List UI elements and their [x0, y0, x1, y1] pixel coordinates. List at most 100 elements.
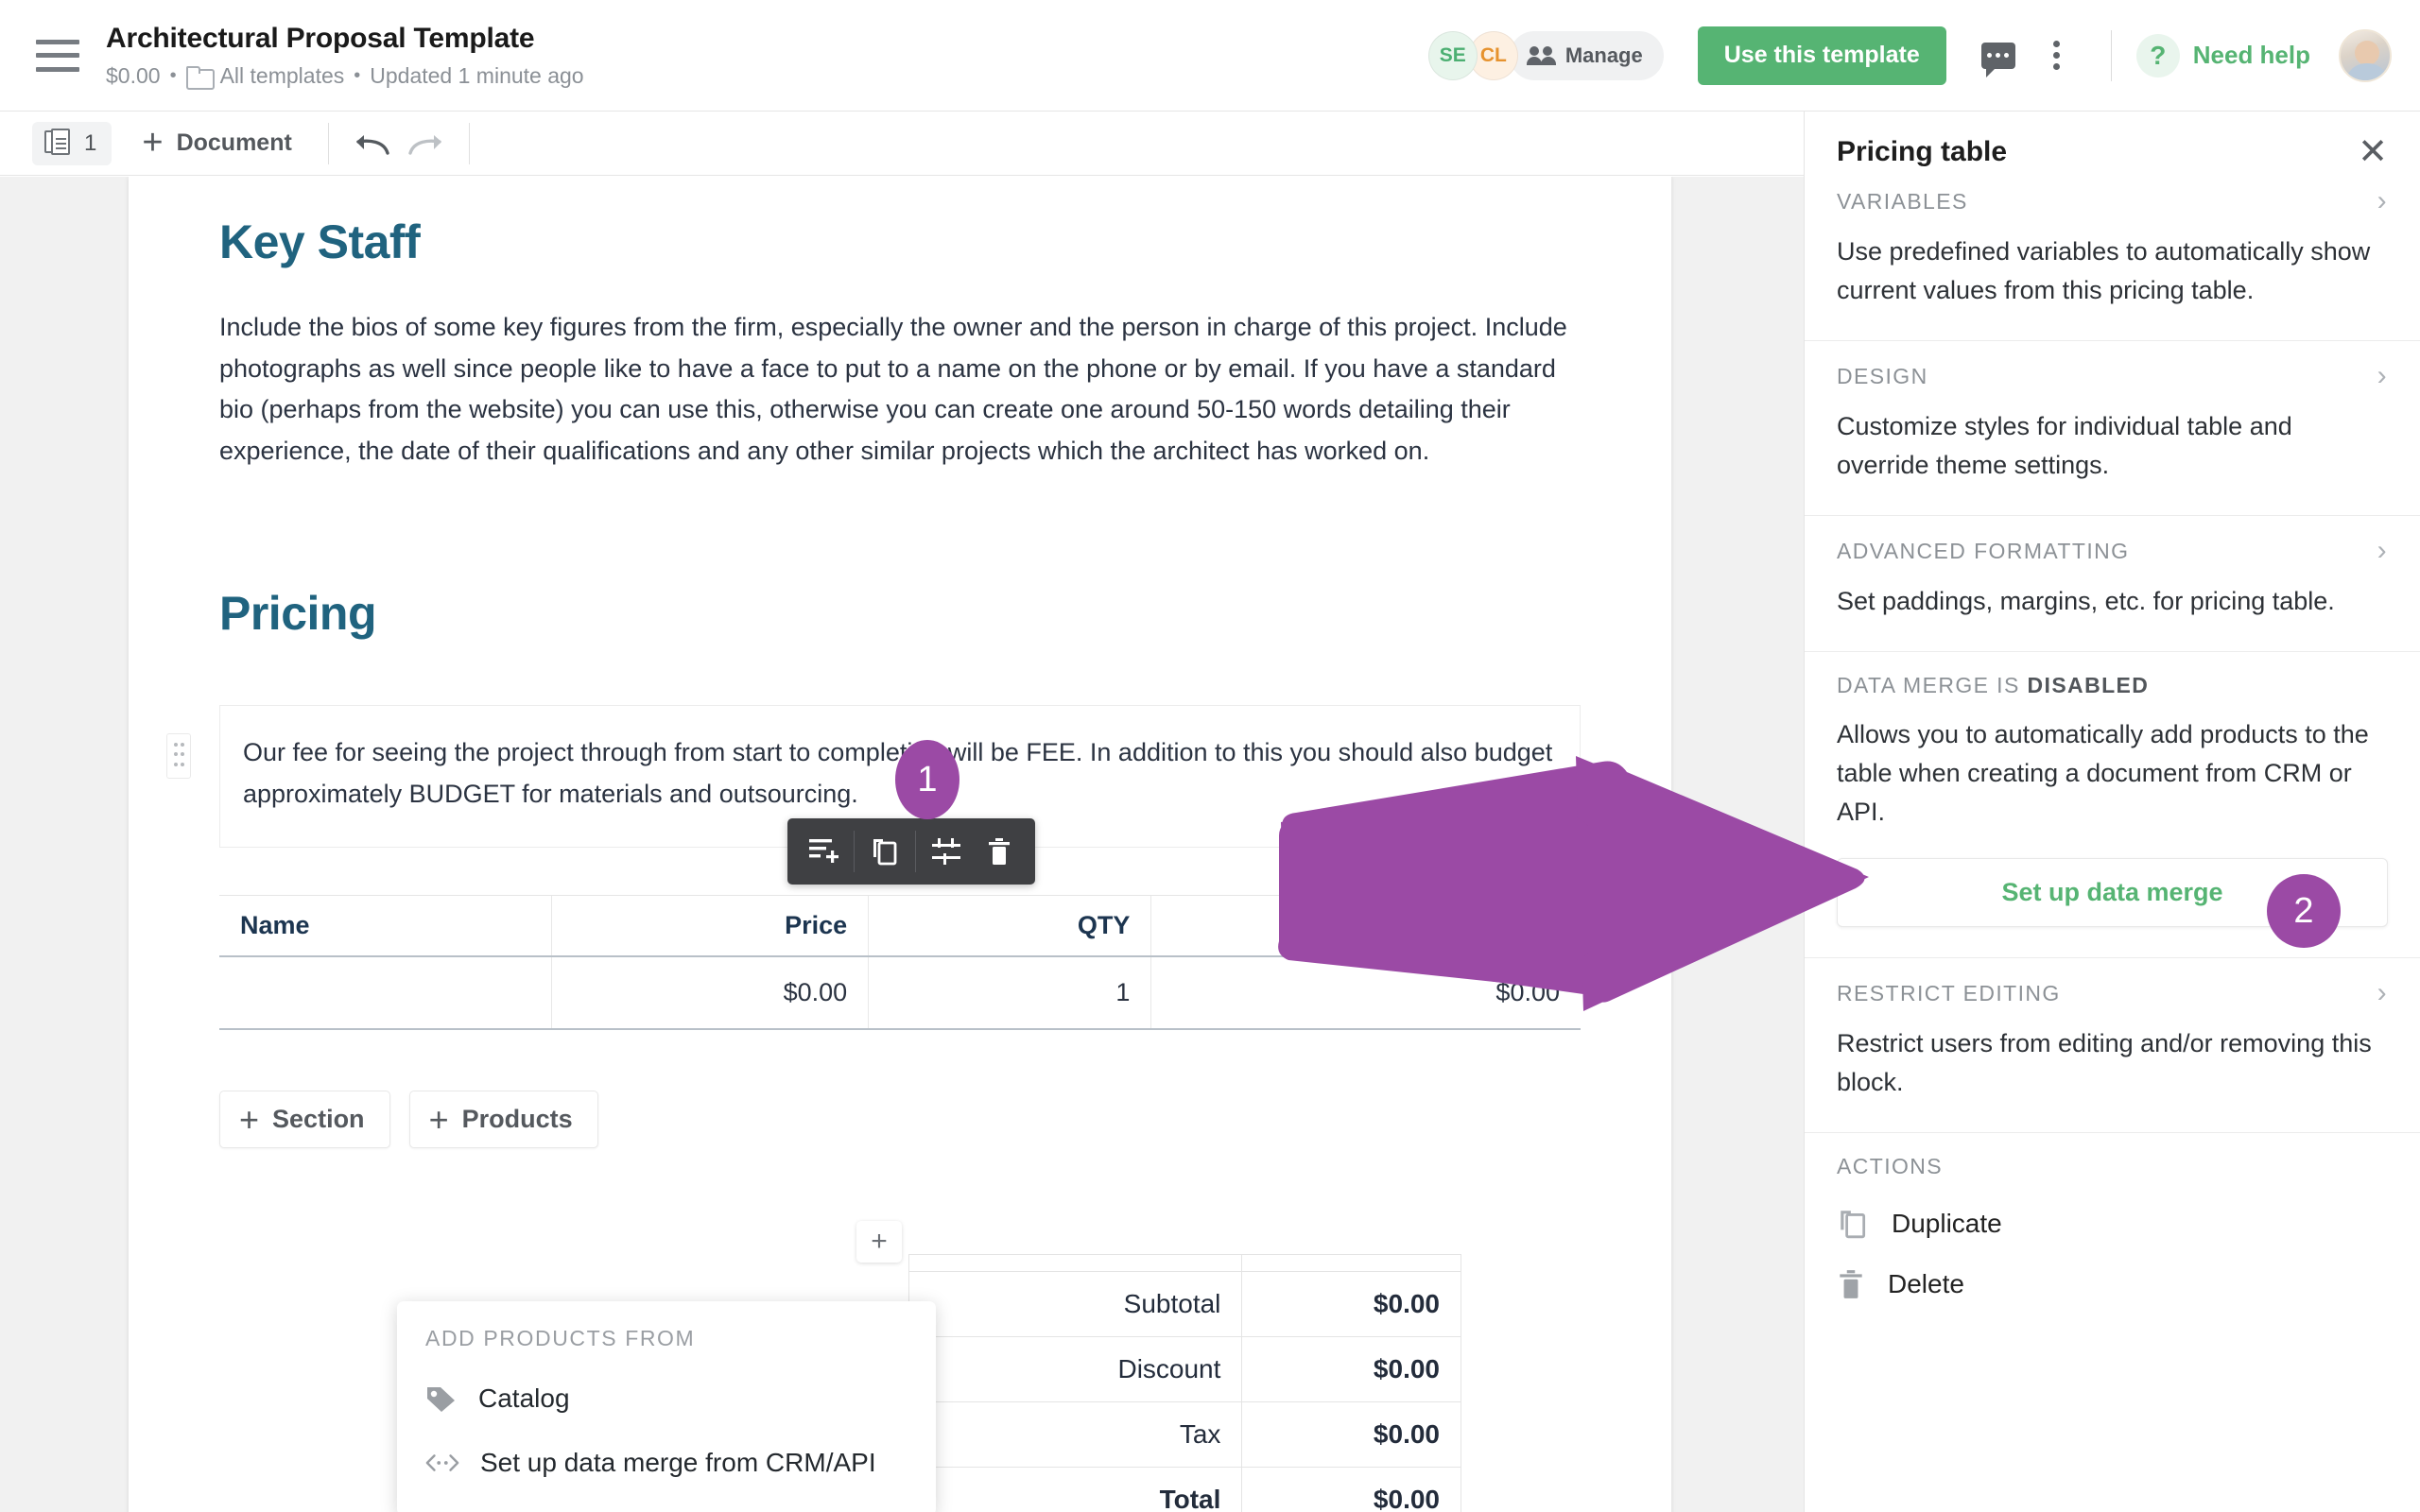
add-products-dropdown: ADD PRODUCTS FROM Catalog Set up data me… [397, 1301, 936, 1512]
totals-label-discount: Discount [908, 1336, 1243, 1402]
need-help-label: Need help [2192, 41, 2310, 69]
header-actions: SE CL Manage Use this template ? Need he… [1427, 26, 2420, 85]
chat-bubble-icon [1980, 42, 2015, 77]
document-meta: $0.00 • All templates • Updated 1 minute… [106, 63, 584, 90]
panel-section-description: Customize styles for individual table an… [1837, 412, 2292, 480]
totals-value-subtotal: $0.00 [1241, 1271, 1461, 1337]
meta-separator-2: • [354, 65, 361, 86]
add-row-plus-button[interactable]: + [856, 1221, 902, 1263]
cell-qty[interactable]: 1 [868, 956, 1151, 1031]
dropdown-item-catalog[interactable]: Catalog [397, 1366, 936, 1431]
actions-header: ACTIONS [1837, 1154, 1944, 1179]
cell-subtotal[interactable]: $0.00 [1150, 956, 1581, 1031]
action-label: Delete [1888, 1269, 1964, 1299]
price-tag-icon [425, 1384, 458, 1413]
document-toolbar: 1 + Document [0, 112, 1804, 176]
manage-label: Manage [1564, 43, 1643, 67]
delete-trash-icon-button[interactable] [973, 825, 1026, 878]
use-this-template-button[interactable]: Use this template [1697, 26, 1946, 85]
panel-section-name: ADVANCED FORMATTING [1837, 538, 2130, 563]
block-drag-handle[interactable] [166, 732, 191, 779]
trash-icon [1840, 1270, 1862, 1299]
panel-title: Pricing table [1837, 136, 2008, 167]
add-document-button[interactable]: + Document [123, 119, 310, 168]
avatar-se[interactable]: SE [1427, 30, 1478, 80]
panel-section-header[interactable]: DESIGN › [1837, 362, 2388, 390]
data-merge-status-text: DATA MERGE IS DISABLED [1837, 673, 2149, 698]
duplicate-icon [873, 839, 897, 866]
redo-button[interactable] [399, 120, 452, 167]
cell-name[interactable] [219, 956, 552, 1031]
page-title: Architectural Proposal Template [106, 23, 535, 54]
add-row-icon-button[interactable] [797, 825, 850, 878]
dropdown-item-label: Catalog [478, 1383, 570, 1413]
block-toolbar-divider-2 [915, 831, 916, 872]
data-merge-status: DATA MERGE IS DISABLED [1837, 673, 2388, 698]
block-toolbar-divider-1 [854, 831, 855, 872]
totals-row-total: Total $0.00 [908, 1467, 1461, 1512]
pages-count: 1 [84, 129, 97, 156]
column-header-price: Price [550, 895, 869, 958]
panel-section-variables[interactable]: VARIABLES › Use predefined variables to … [1805, 187, 2420, 342]
add-products-button[interactable]: + Products [408, 1091, 598, 1149]
user-avatar[interactable] [2339, 28, 2392, 82]
pages-icon [44, 128, 73, 159]
pages-button[interactable]: 1 [32, 121, 112, 165]
totals-row-subtotal: Subtotal $0.00 [908, 1271, 1461, 1337]
totals-row-discount: Discount $0.00 [908, 1336, 1461, 1402]
undo-button[interactable] [346, 120, 399, 167]
more-options-button[interactable] [2028, 26, 2086, 85]
pricing-products-table[interactable]: Name Price QTY Subtotal $0.00 1 $0.00 [219, 895, 1581, 1031]
dropdown-header: ADD PRODUCTS FROM [425, 1326, 696, 1350]
panel-section-header[interactable]: VARIABLES › [1837, 187, 2388, 215]
totals-table: Subtotal $0.00 Discount $0.00 Tax $0.00 … [908, 1254, 1461, 1512]
column-header-qty: QTY [868, 895, 1151, 958]
column-header-name: Name [219, 895, 552, 958]
table-row[interactable]: $0.00 1 $0.00 [219, 956, 1581, 1031]
question-mark-icon: ? [2135, 33, 2180, 77]
panel-section-design[interactable]: DESIGN › Customize styles for individual… [1805, 341, 2420, 517]
undo-arrow-icon [355, 134, 389, 155]
add-products-label: Products [461, 1105, 573, 1134]
totals-spacer-row [908, 1254, 1461, 1272]
cell-price[interactable]: $0.00 [550, 956, 869, 1031]
panel-section-header[interactable]: ADVANCED FORMATTING › [1837, 537, 2388, 565]
totals-label-tax: Tax [908, 1401, 1243, 1468]
chevron-right-icon: › [2377, 977, 2388, 1009]
settings-sliders-icon-button[interactable] [920, 825, 973, 878]
action-delete[interactable]: Delete [1837, 1268, 2388, 1300]
redo-arrow-icon [408, 134, 441, 155]
app-root: Architectural Proposal Template $0.00 • … [0, 0, 2420, 1512]
dropdown-item-data-merge[interactable]: Set up data merge from CRM/API [397, 1431, 936, 1495]
add-section-button[interactable]: + Section [219, 1091, 390, 1149]
section-heading-key-staff: Key Staff [219, 215, 421, 268]
annotation-badge-1: 1 [895, 740, 959, 819]
panel-header: Pricing table ✕ [1805, 112, 2420, 187]
manage-button[interactable]: Manage [1509, 30, 1664, 80]
toolbar-divider-2 [468, 122, 470, 164]
meta-folder-name[interactable]: All templates [220, 63, 345, 89]
comments-button[interactable] [1969, 26, 2028, 85]
table-header-row: Name Price QTY Subtotal [219, 895, 1581, 958]
panel-section-header[interactable]: RESTRICT EDITING › [1837, 979, 2388, 1007]
panel-section-description: Restrict users from editing and/or remov… [1837, 1029, 2372, 1097]
header-divider [2110, 29, 2112, 81]
close-icon[interactable]: ✕ [2358, 134, 2388, 170]
section-body-key-staff[interactable]: Include the bios of some key figures fro… [219, 307, 1581, 472]
duplicate-icon-button[interactable] [858, 825, 911, 878]
panel-section-description: Use predefined variables to automaticall… [1837, 237, 2371, 305]
dropdown-item-label: Set up data merge from CRM/API [480, 1448, 876, 1477]
hamburger-menu-icon[interactable] [36, 39, 79, 72]
panel-section-advanced-formatting[interactable]: ADVANCED FORMATTING › Set paddings, marg… [1805, 516, 2420, 653]
need-help-button[interactable]: ? Need help [2135, 33, 2310, 77]
folder-icon [185, 66, 215, 90]
data-merge-prefix: DATA MERGE IS [1837, 673, 2020, 698]
table-add-buttons: + Section + Products [219, 1091, 1581, 1149]
plus-icon: + [142, 123, 164, 163]
settings-sliders-icon [932, 838, 960, 865]
add-section-label: Section [272, 1105, 365, 1134]
totals-label-subtotal: Subtotal [908, 1271, 1243, 1337]
chevron-right-icon: › [2377, 535, 2388, 567]
panel-section-restrict-editing[interactable]: RESTRICT EDITING › Restrict users from e… [1805, 958, 2420, 1134]
action-duplicate[interactable]: Duplicate [1837, 1208, 2388, 1240]
